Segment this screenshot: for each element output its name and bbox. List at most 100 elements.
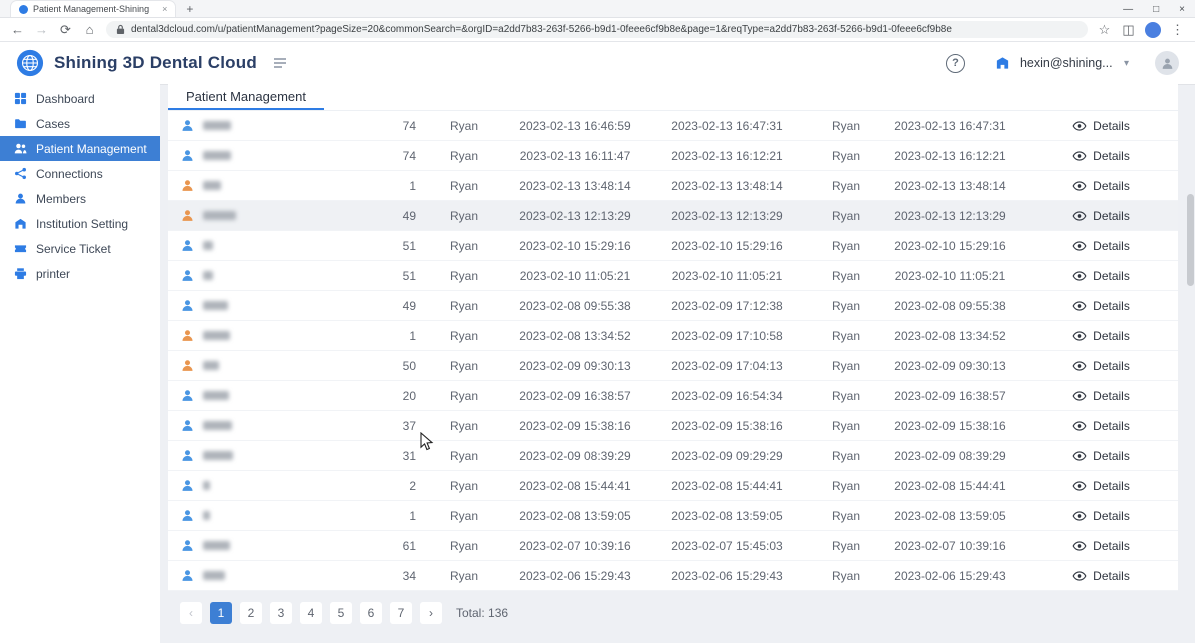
back-icon[interactable]: ←: [10, 23, 25, 36]
menu-collapse-icon[interactable]: [273, 56, 287, 70]
chevron-down-icon[interactable]: ▾: [1124, 58, 1129, 69]
details-link[interactable]: Details: [1024, 389, 1178, 403]
sidebar-item-connections[interactable]: Connections: [0, 161, 160, 186]
patient-name-cell: [168, 269, 380, 282]
creator-cell: Ryan: [416, 359, 512, 373]
patient-name-cell: [168, 419, 380, 432]
details-link[interactable]: Details: [1024, 179, 1178, 193]
patient-name-redacted: [203, 541, 230, 550]
details-link[interactable]: Details: [1024, 359, 1178, 373]
institution-icon: [14, 217, 27, 230]
details-label: Details: [1093, 329, 1130, 343]
scrollbar[interactable]: [1186, 44, 1194, 641]
sidebar-item-printer[interactable]: printer: [0, 261, 160, 286]
page-button-1[interactable]: 1: [210, 602, 232, 624]
operator-cell: Ryan: [816, 179, 876, 193]
tab-close-icon[interactable]: ×: [162, 4, 167, 14]
page-button-3[interactable]: 3: [270, 602, 292, 624]
details-link[interactable]: Details: [1024, 269, 1178, 283]
home-icon[interactable]: ⌂: [82, 23, 97, 36]
printer-icon: [14, 267, 27, 280]
pagination-prev-button[interactable]: ‹: [180, 602, 202, 624]
details-link[interactable]: Details: [1024, 299, 1178, 313]
pagination-next-button[interactable]: ›: [420, 602, 442, 624]
sidebar-item-label: Connections: [36, 167, 103, 181]
created-time-cell: 2023-02-08 15:44:41: [512, 479, 638, 493]
patient-avatar-icon: [181, 419, 194, 432]
updated-time-cell: 2023-02-08 13:59:05: [638, 509, 816, 523]
window-maximize-button[interactable]: □: [1153, 4, 1159, 15]
patient-avatar-icon: [181, 479, 194, 492]
reload-icon[interactable]: ⟳: [58, 23, 73, 36]
synced-time-cell: 2023-02-08 09:55:38: [876, 299, 1024, 313]
details-link[interactable]: Details: [1024, 149, 1178, 163]
details-label: Details: [1093, 419, 1130, 433]
eye-icon: [1072, 241, 1087, 251]
sidebar-item-label: Institution Setting: [36, 217, 128, 231]
details-link[interactable]: Details: [1024, 209, 1178, 223]
new-tab-button[interactable]: +: [186, 3, 193, 15]
details-link[interactable]: Details: [1024, 569, 1178, 583]
user-account[interactable]: hexin@shining...: [1020, 56, 1112, 70]
user-avatar[interactable]: [1155, 51, 1179, 75]
creator-cell: Ryan: [416, 119, 512, 133]
sidebar-item-institution-setting[interactable]: Institution Setting: [0, 211, 160, 236]
app-logo-icon: [16, 49, 44, 77]
details-label: Details: [1093, 209, 1130, 223]
operator-cell: Ryan: [816, 149, 876, 163]
sidebar-item-members[interactable]: Members: [0, 186, 160, 211]
sidebar-item-cases[interactable]: Cases: [0, 111, 160, 136]
details-link[interactable]: Details: [1024, 329, 1178, 343]
scrollbar-thumb[interactable]: [1187, 194, 1194, 286]
table-row: 20 Ryan 2023-02-09 16:38:57 2023-02-09 1…: [168, 381, 1178, 411]
details-label: Details: [1093, 389, 1130, 403]
browser-tab[interactable]: Patient Management-Shining ×: [10, 0, 176, 17]
creator-cell: Ryan: [416, 179, 512, 193]
window-close-button[interactable]: ×: [1179, 4, 1185, 15]
patient-name-cell: [168, 389, 380, 402]
page-button-2[interactable]: 2: [240, 602, 262, 624]
sidebar-item-dashboard[interactable]: Dashboard: [0, 86, 160, 111]
page-button-4[interactable]: 4: [300, 602, 322, 624]
cases-icon: [14, 117, 27, 130]
updated-time-cell: 2023-02-13 12:13:29: [638, 209, 816, 223]
bookmark-star-icon[interactable]: ☆: [1097, 23, 1112, 36]
table-row: 74 Ryan 2023-02-13 16:11:47 2023-02-13 1…: [168, 141, 1178, 171]
case-count-cell: 51: [380, 269, 416, 283]
address-bar[interactable]: dental3dcloud.com/u/patientManagement?pa…: [106, 21, 1088, 38]
updated-time-cell: 2023-02-10 11:05:21: [638, 269, 816, 283]
operator-cell: Ryan: [816, 239, 876, 253]
page-button-5[interactable]: 5: [330, 602, 352, 624]
created-time-cell: 2023-02-07 10:39:16: [512, 539, 638, 553]
table-row: 51 Ryan 2023-02-10 11:05:21 2023-02-10 1…: [168, 261, 1178, 291]
sidebar-item-service-ticket[interactable]: Service Ticket: [0, 236, 160, 261]
page-button-7[interactable]: 7: [390, 602, 412, 624]
browser-menu-icon[interactable]: ⋮: [1170, 23, 1185, 36]
details-link[interactable]: Details: [1024, 449, 1178, 463]
sidebar-item-patient-management[interactable]: Patient Management: [0, 136, 160, 161]
page-button-6[interactable]: 6: [360, 602, 382, 624]
window-minimize-button[interactable]: —: [1123, 4, 1133, 15]
created-time-cell: 2023-02-08 09:55:38: [512, 299, 638, 313]
creator-cell: Ryan: [416, 239, 512, 253]
details-link[interactable]: Details: [1024, 479, 1178, 493]
details-link[interactable]: Details: [1024, 539, 1178, 553]
eye-icon: [1072, 541, 1087, 551]
operator-cell: Ryan: [816, 569, 876, 583]
eye-icon: [1072, 301, 1087, 311]
ticket-icon: [14, 242, 27, 255]
details-link[interactable]: Details: [1024, 419, 1178, 433]
side-panel-icon[interactable]: ◫: [1121, 23, 1136, 36]
browser-toolbar: ← → ⟳ ⌂ dental3dcloud.com/u/patientManag…: [0, 18, 1195, 42]
created-time-cell: 2023-02-09 16:38:57: [512, 389, 638, 403]
help-icon[interactable]: ?: [946, 54, 965, 73]
tab-patient-management[interactable]: Patient Management: [168, 84, 324, 110]
forward-icon[interactable]: →: [34, 23, 49, 36]
browser-profile-avatar[interactable]: [1145, 22, 1161, 38]
details-link[interactable]: Details: [1024, 509, 1178, 523]
updated-time-cell: 2023-02-13 16:12:21: [638, 149, 816, 163]
pagination-total: Total: 136: [456, 606, 508, 620]
window-controls: — □ ×: [1123, 0, 1185, 18]
details-link[interactable]: Details: [1024, 119, 1178, 133]
details-link[interactable]: Details: [1024, 239, 1178, 253]
